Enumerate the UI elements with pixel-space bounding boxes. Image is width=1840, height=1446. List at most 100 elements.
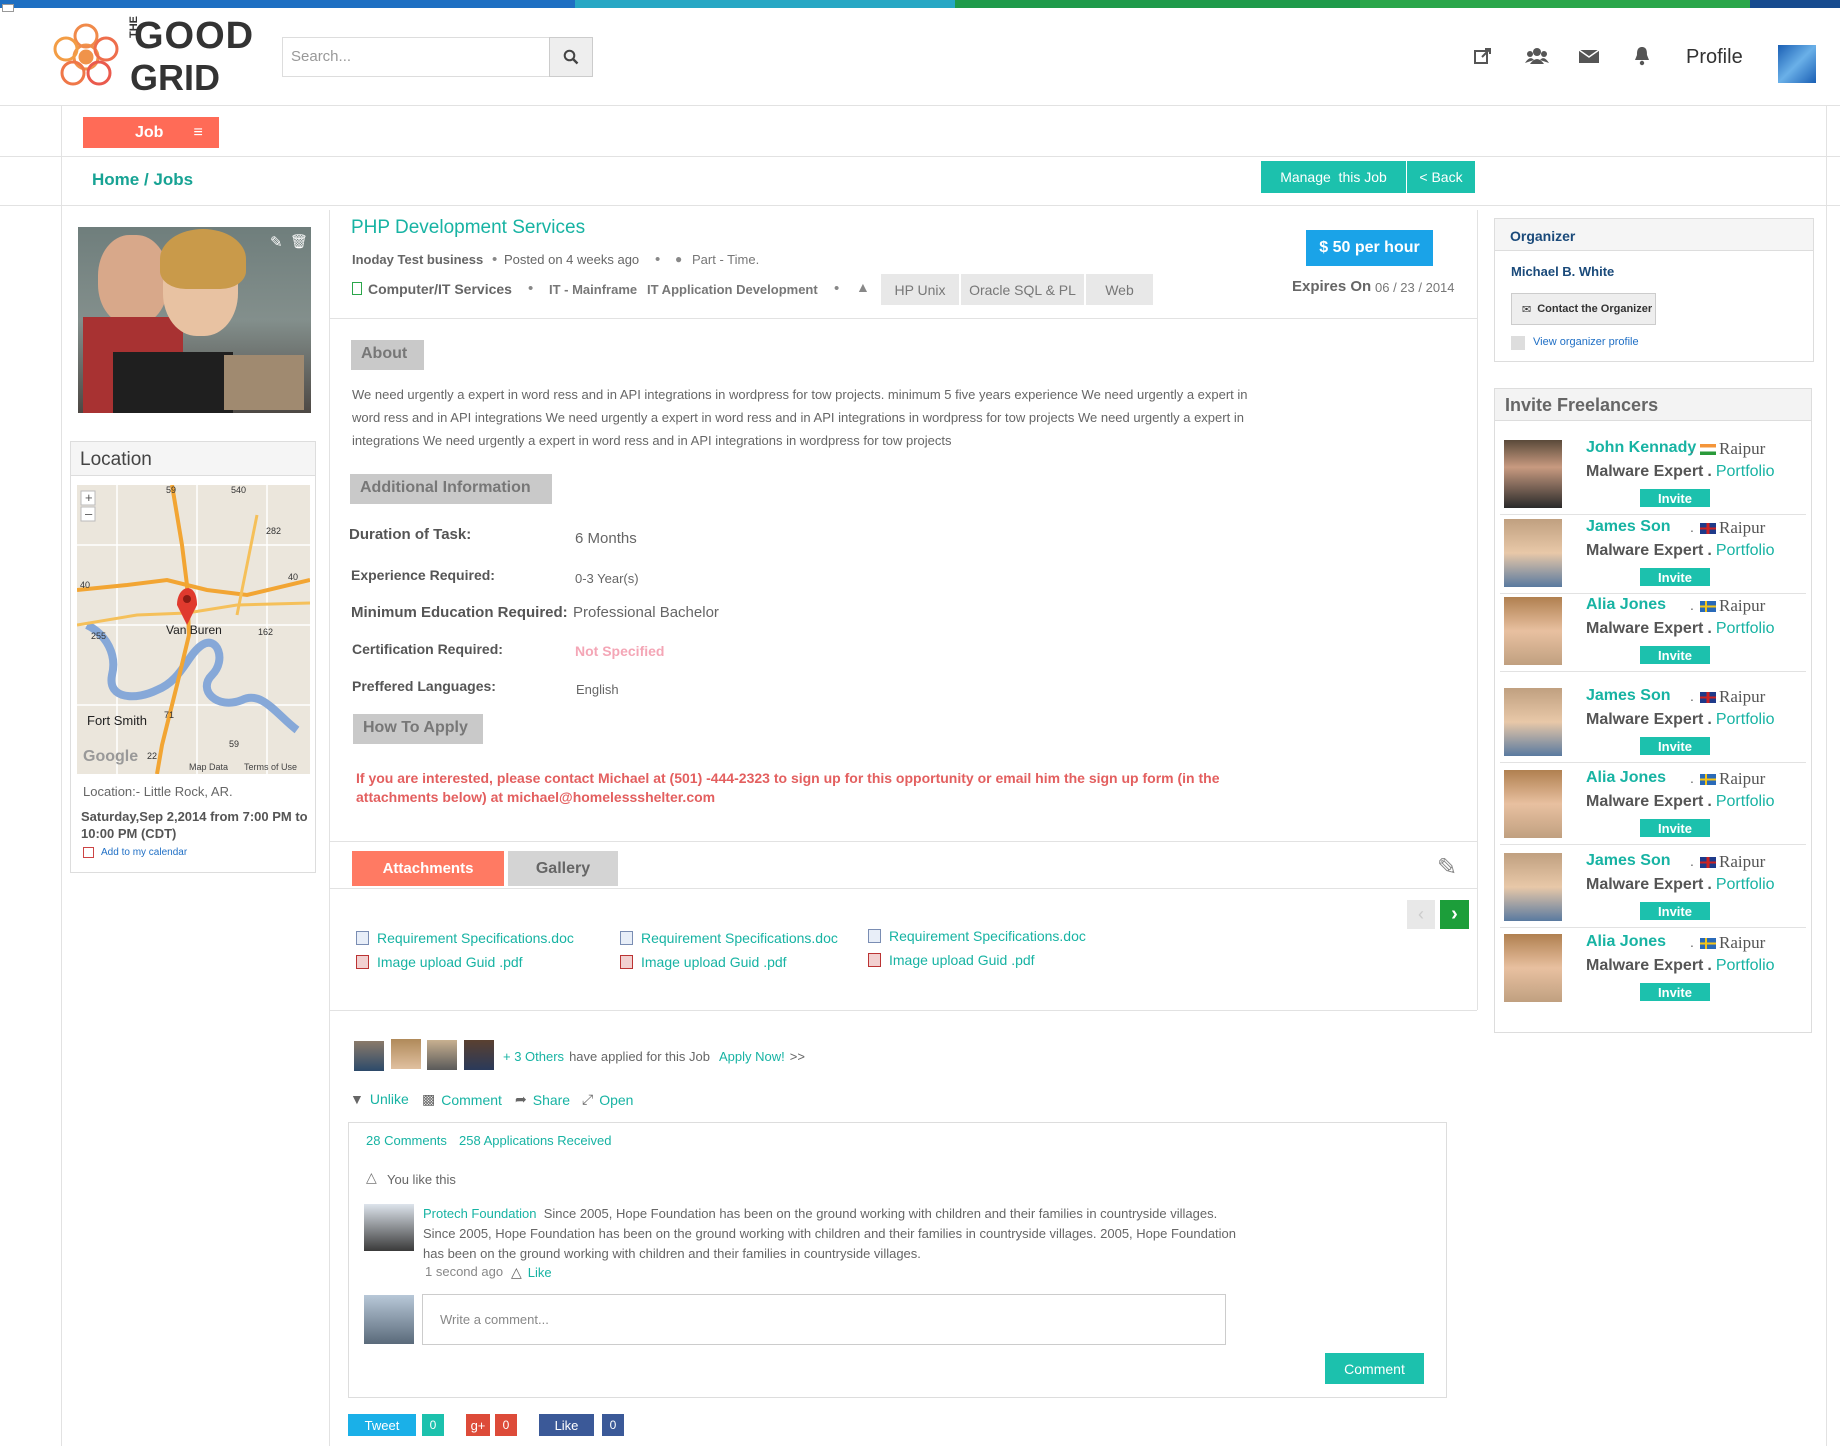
view-organizer-profile-link[interactable]: View organizer profile	[1533, 336, 1639, 348]
applications-count-link[interactable]: 258 Applications Received	[459, 1133, 612, 1148]
share-button[interactable]: ➦ Share	[515, 1091, 570, 1108]
contact-organizer-button[interactable]: ✉ Contact the Organizer	[1511, 293, 1656, 325]
skill-tag[interactable]: HP Unix	[881, 274, 959, 305]
search-icon	[563, 49, 579, 65]
portfolio-link[interactable]: Portfolio	[1716, 793, 1775, 811]
back-button[interactable]: < Back	[1407, 161, 1475, 193]
users-icon[interactable]	[1524, 44, 1550, 68]
profile-link[interactable]: Profile	[1686, 46, 1743, 69]
logo[interactable]: THE GOOD GRID	[46, 16, 256, 98]
external-link-icon[interactable]	[1471, 44, 1495, 68]
business-name[interactable]: Inoday Test business	[352, 252, 483, 267]
applied-text: have applied for this Job	[569, 1049, 710, 1064]
applicant-thumb[interactable]	[354, 1041, 384, 1071]
invite-button[interactable]: Invite	[1640, 983, 1710, 1001]
job-category[interactable]: Computer/IT Services	[368, 281, 512, 297]
job-subcategory[interactable]: IT Application Development	[647, 282, 818, 297]
freelancer-name[interactable]: James Son	[1586, 852, 1670, 870]
tab-gallery[interactable]: Gallery	[508, 851, 618, 886]
freelancer-name[interactable]: Alia Jones	[1586, 596, 1666, 614]
you-like-text: You like this	[387, 1172, 456, 1187]
manage-job-button[interactable]: Manage this Job	[1261, 161, 1406, 193]
unlike-button[interactable]: ▼ Unlike	[350, 1091, 409, 1107]
middle-right-border	[1477, 210, 1478, 1010]
portfolio-link[interactable]: Portfolio	[1716, 620, 1775, 638]
section-divider	[330, 841, 1477, 842]
attachment-doc[interactable]: Requirement Specifications.doc	[868, 928, 1086, 944]
terms-link[interactable]: Terms of Use	[244, 762, 297, 772]
portfolio-link[interactable]: Portfolio	[1716, 957, 1775, 975]
freelancer-name[interactable]: John Kennady	[1586, 439, 1696, 457]
trash-icon[interactable]: 🗑	[290, 233, 308, 250]
organizer-name[interactable]: Michael B. White	[1511, 264, 1614, 279]
attachment-pdf[interactable]: Image upload Guid .pdf	[356, 954, 523, 970]
freelancer-photo[interactable]	[1504, 440, 1562, 508]
avatar[interactable]	[1778, 45, 1816, 83]
facebook-like-button[interactable]: Like	[539, 1414, 594, 1436]
location-map[interactable]: + – 59 540 282 40 40 255 162 71 22 59 Va…	[77, 485, 310, 774]
freelancer-name[interactable]: Alia Jones	[1586, 933, 1666, 951]
comments-count-link[interactable]: 28 Comments	[366, 1133, 447, 1148]
edit-icon[interactable]: ✎	[1437, 853, 1457, 882]
google-plus-button[interactable]: g+	[466, 1414, 490, 1436]
tweet-button[interactable]: Tweet	[348, 1414, 416, 1436]
commenter-avatar[interactable]	[364, 1204, 414, 1251]
invite-button[interactable]: Invite	[1640, 737, 1710, 755]
skill-tag[interactable]: Oracle SQL & PL	[961, 274, 1084, 305]
freelancer-photo[interactable]	[1504, 597, 1562, 665]
zoom-out-icon[interactable]: –	[85, 506, 92, 521]
zoom-in-icon[interactable]: +	[85, 490, 93, 505]
submit-comment-button[interactable]: Comment	[1325, 1353, 1424, 1384]
next-arrow-icon[interactable]: ›	[1440, 900, 1469, 929]
add-to-calendar-link[interactable]: Add to my calendar	[101, 847, 187, 858]
freelancer-name[interactable]: James Son	[1586, 687, 1670, 705]
search-input[interactable]: Search...	[282, 37, 550, 77]
open-button[interactable]: ⤢ Open	[582, 1091, 633, 1108]
comment-like-button[interactable]: △ Like	[511, 1264, 552, 1281]
invite-button[interactable]: Invite	[1640, 902, 1710, 920]
job-subcategory[interactable]: IT - Mainframe	[549, 282, 637, 297]
invite-button[interactable]: Invite	[1640, 646, 1710, 664]
search-button[interactable]	[549, 37, 593, 77]
applicant-thumb[interactable]	[391, 1039, 421, 1069]
map-data-link[interactable]: Map Data	[189, 762, 228, 772]
freelancer-role-line: Malware Expert. Portfolio	[1586, 793, 1775, 811]
freelancer-photo[interactable]	[1504, 934, 1562, 1002]
freelancer-photo[interactable]	[1504, 519, 1562, 587]
attachment-pdf[interactable]: Image upload Guid .pdf	[868, 952, 1035, 968]
envelope-icon[interactable]	[1577, 44, 1601, 68]
portfolio-link[interactable]: Portfolio	[1716, 711, 1775, 729]
comment-input[interactable]: Write a comment...	[422, 1294, 1226, 1345]
freelancer-photo[interactable]	[1504, 688, 1562, 756]
freelancer-photo[interactable]	[1504, 853, 1562, 921]
invite-button[interactable]: Invite	[1640, 489, 1710, 507]
bell-icon[interactable]	[1630, 44, 1654, 68]
applicant-thumb[interactable]	[427, 1040, 457, 1070]
apply-now-link[interactable]: Apply Now!	[719, 1049, 785, 1064]
comment-author[interactable]: Protech Foundation	[423, 1206, 536, 1221]
skill-tag[interactable]: Web	[1086, 274, 1153, 305]
prev-arrow-icon[interactable]: ‹	[1407, 900, 1435, 929]
portfolio-link[interactable]: Portfolio	[1716, 463, 1775, 481]
dot-separator: .	[1707, 876, 1712, 893]
comment-body: Protech Foundation Since 2005, Hope Foun…	[423, 1204, 1253, 1264]
invite-button[interactable]: Invite	[1640, 819, 1710, 837]
freelancer-photo[interactable]	[1504, 770, 1562, 838]
attachment-doc[interactable]: Requirement Specifications.doc	[356, 930, 574, 946]
job-tab-label: Job	[135, 123, 164, 141]
edit-icon[interactable]: ✎	[270, 233, 283, 251]
portfolio-link[interactable]: Portfolio	[1716, 876, 1775, 894]
attachment-doc[interactable]: Requirement Specifications.doc	[620, 930, 838, 946]
job-menu-tab[interactable]: Job ≡	[83, 117, 219, 148]
portfolio-link[interactable]: Portfolio	[1716, 542, 1775, 560]
applied-others-link[interactable]: + 3 Others	[503, 1049, 564, 1064]
applicant-thumb[interactable]	[464, 1040, 494, 1070]
tab-attachments[interactable]: Attachments	[352, 851, 504, 886]
attachment-pdf[interactable]: Image upload Guid .pdf	[620, 954, 787, 970]
breadcrumb[interactable]: Home / Jobs	[92, 170, 193, 190]
tweet-count: 0	[422, 1414, 444, 1436]
freelancer-name[interactable]: Alia Jones	[1586, 769, 1666, 787]
comment-button[interactable]: ▩ Comment	[422, 1091, 502, 1108]
invite-button[interactable]: Invite	[1640, 568, 1710, 586]
freelancer-name[interactable]: James Son	[1586, 518, 1670, 536]
